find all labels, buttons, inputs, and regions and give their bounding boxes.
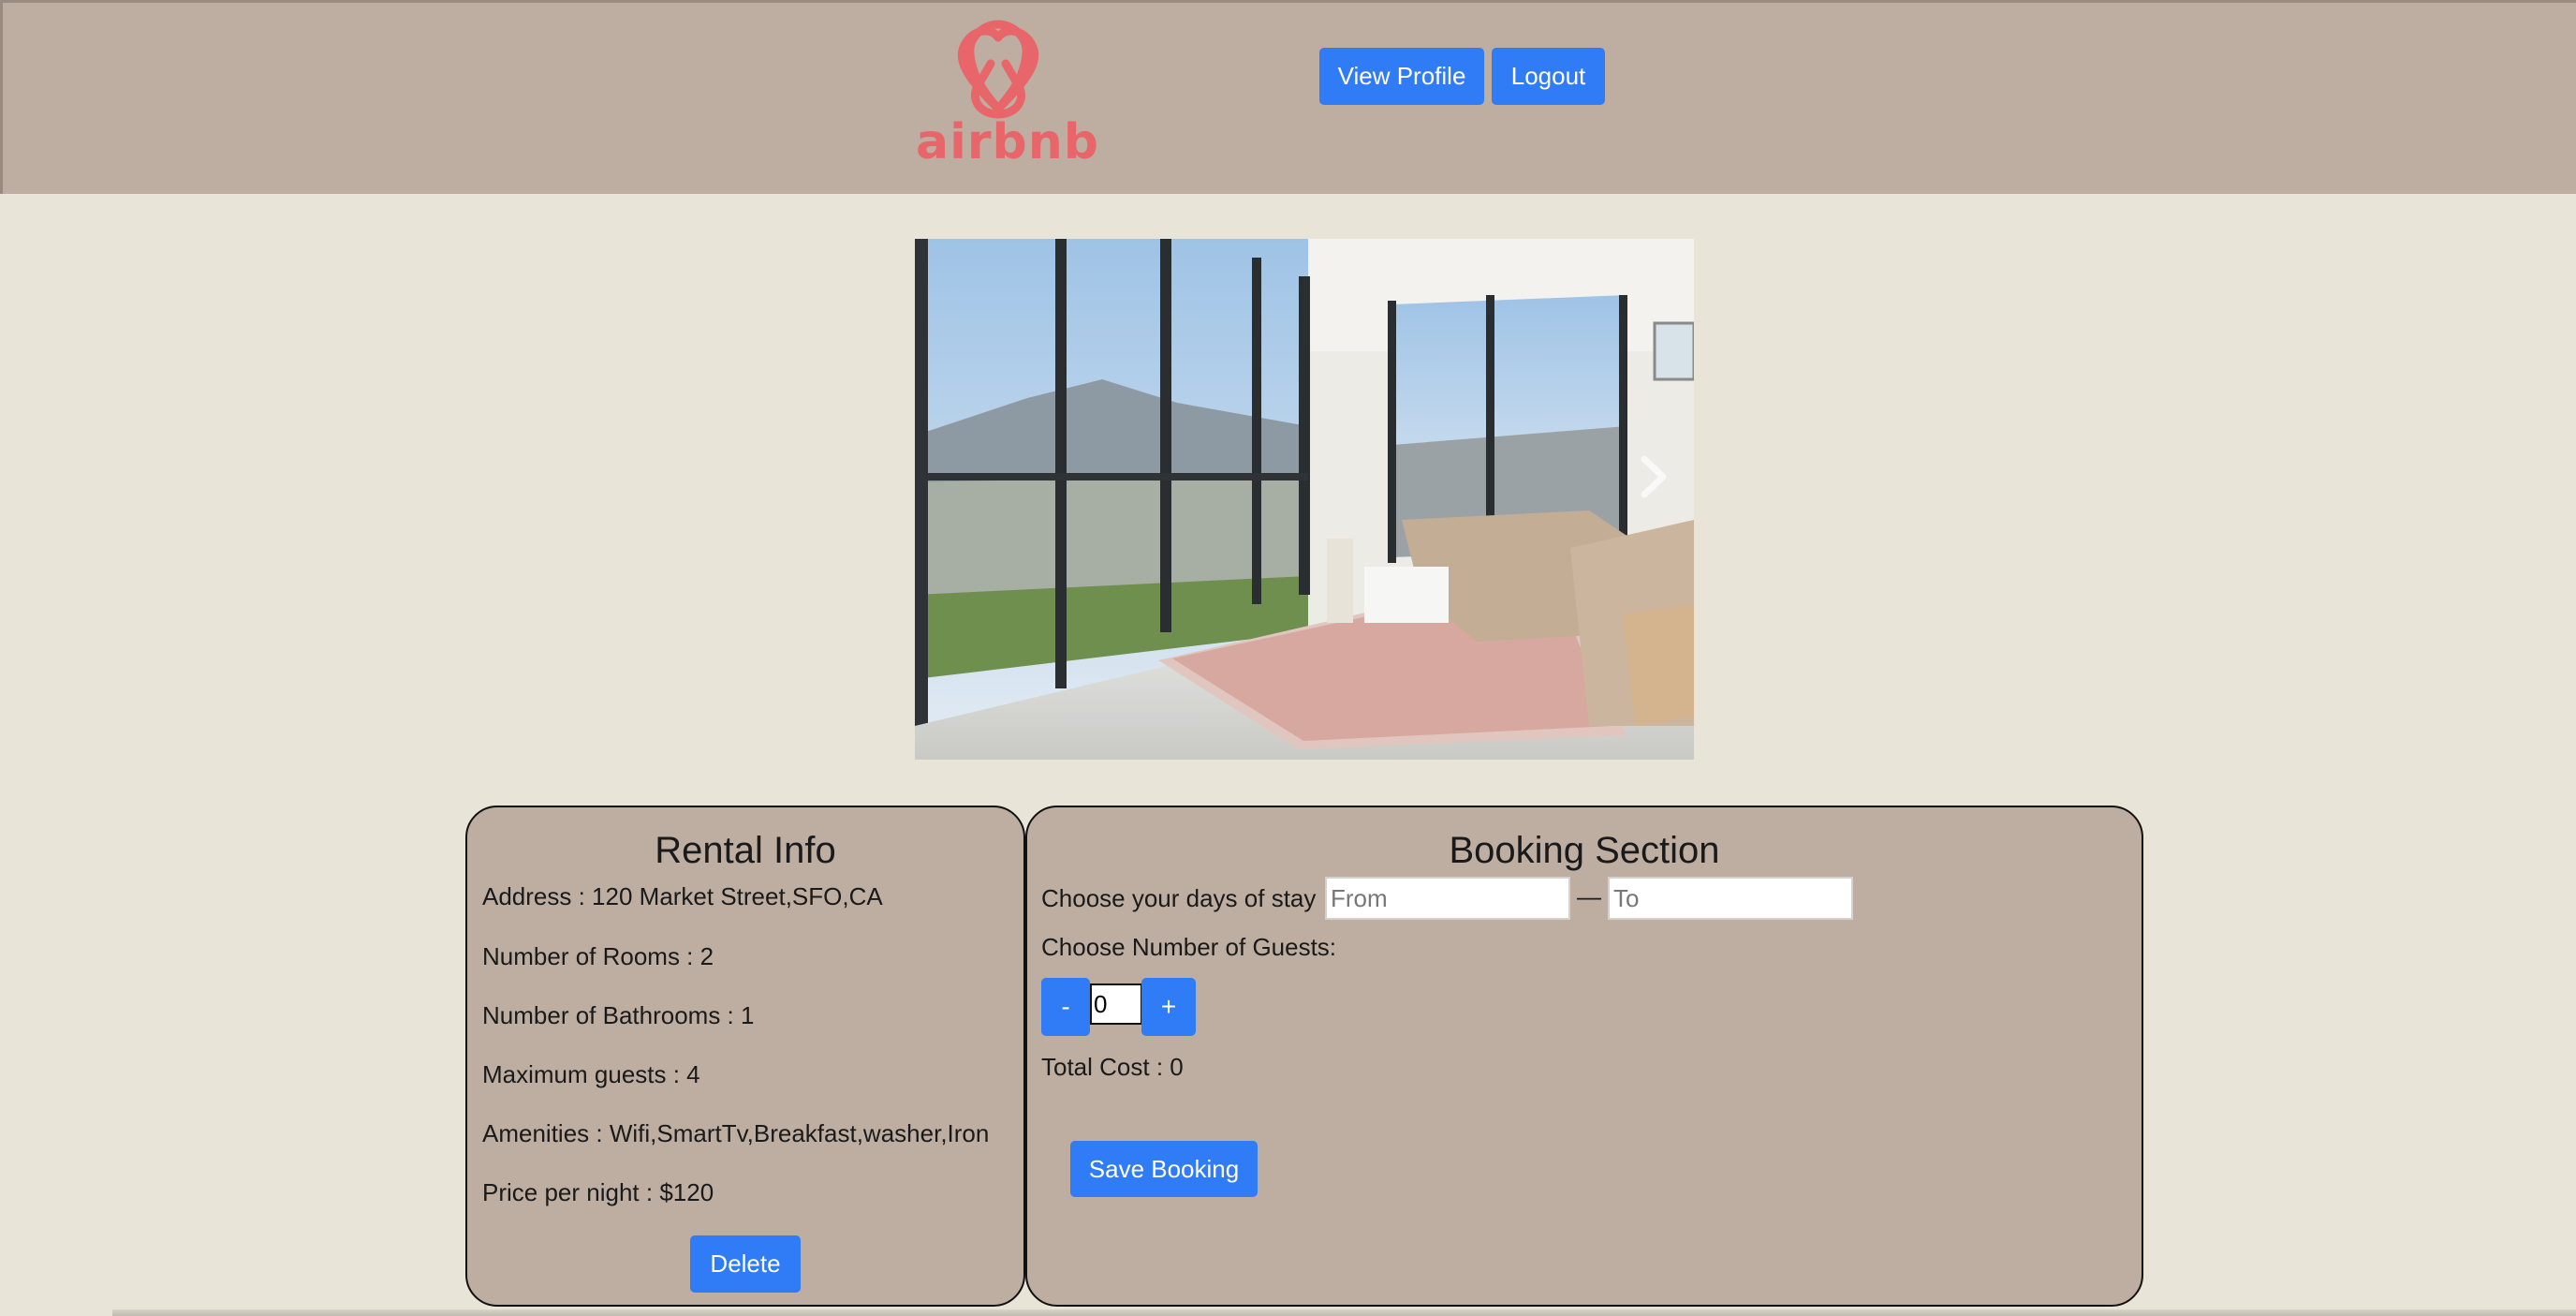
booking-title: Booking Section bbox=[1449, 830, 1720, 871]
booking-panel: Booking Section Choose your days of stay… bbox=[1025, 806, 2143, 1307]
from-date-input[interactable] bbox=[1325, 877, 1570, 920]
guests-label: Choose Number of Guests: bbox=[1041, 933, 1337, 961]
amenities-text: Amenities : Wifi,SmartTv,Breakfast,washe… bbox=[482, 1119, 990, 1147]
window-bottom-edge bbox=[112, 1309, 2576, 1316]
view-profile-button[interactable]: View Profile bbox=[1319, 48, 1484, 105]
chevron-right-icon[interactable] bbox=[1635, 453, 1672, 500]
address-text: Address : 120 Market Street,SFO,CA bbox=[482, 882, 883, 910]
logout-button[interactable]: Logout bbox=[1492, 48, 1605, 105]
to-date-input[interactable] bbox=[1608, 877, 1853, 920]
price-text: Price per night : $120 bbox=[482, 1178, 714, 1206]
date-range-dash: — bbox=[1577, 882, 1601, 910]
delete-button[interactable]: Delete bbox=[690, 1235, 801, 1293]
guests-count-input[interactable] bbox=[1090, 983, 1142, 1025]
total-cost-text: Total Cost : 0 bbox=[1041, 1053, 1184, 1081]
decrease-guests-button[interactable]: - bbox=[1041, 978, 1090, 1036]
header bbox=[0, 0, 2576, 194]
logo-wordmark: airbnb bbox=[916, 114, 1100, 170]
rooms-text: Number of Rooms : 2 bbox=[482, 942, 714, 970]
days-label: Choose your days of stay : bbox=[1041, 884, 1330, 912]
rental-info-title: Rental Info bbox=[655, 830, 836, 871]
increase-guests-button[interactable]: + bbox=[1141, 978, 1196, 1036]
rental-info-panel: Rental Info Address : 120 Market Street,… bbox=[465, 806, 1025, 1307]
rental-photo bbox=[915, 239, 1694, 760]
save-booking-button[interactable]: Save Booking bbox=[1070, 1141, 1258, 1197]
max-guests-text: Maximum guests : 4 bbox=[482, 1060, 700, 1088]
bathrooms-text: Number of Bathrooms : 1 bbox=[482, 1001, 755, 1029]
